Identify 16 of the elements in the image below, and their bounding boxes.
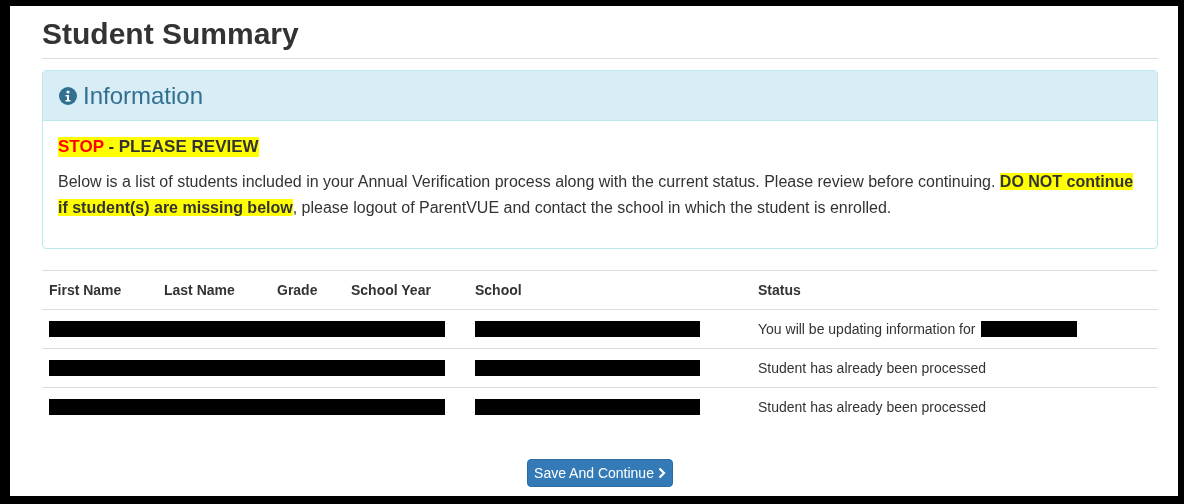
status-text: Student has already been processed	[758, 399, 987, 415]
column-header: Last Name	[164, 282, 236, 298]
message-text: Below is a list of students included in your Annual Verification process along with the current status. Please review before continuing. DO NOT continue if student(s) are missing below, please logout of ParentVUE and contact the school in which the student is enrolled.	[58, 172, 1135, 218]
info-icon	[59, 86, 77, 105]
column-header: Status	[758, 282, 802, 298]
column-header: Grade	[277, 282, 319, 298]
status-text: You will be updating information for	[758, 321, 976, 337]
chevron-right-icon	[657, 467, 666, 479]
column-header: School	[475, 282, 523, 298]
alert-text: STOP - PLEASE REVIEW	[58, 137, 259, 157]
column-header: School Year	[351, 282, 432, 298]
page-title: Student Summary	[42, 16, 1158, 59]
column-header: First Name	[49, 282, 123, 298]
status-text: Student has already been processed	[758, 360, 987, 376]
panel-title: Information	[83, 81, 204, 110]
save-continue-button[interactable]: Save And Continue	[527, 459, 673, 487]
